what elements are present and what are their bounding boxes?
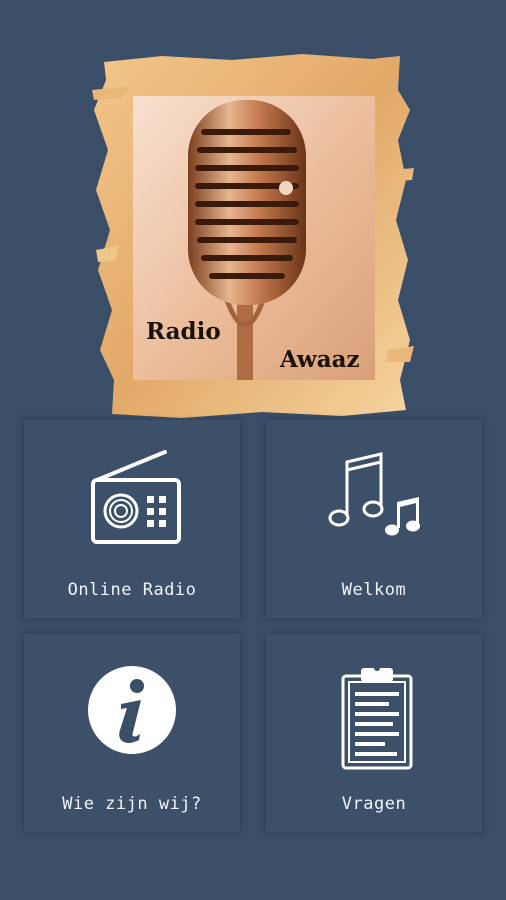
wie-zijn-wij-button[interactable]: Wie zijn wij? xyxy=(24,634,240,832)
clipboard-icon xyxy=(266,662,482,772)
logo-text-awaaz: Awaaz xyxy=(280,346,360,373)
wie-zijn-wij-label: Wie zijn wij? xyxy=(62,794,202,814)
welkom-button[interactable]: Welkom xyxy=(266,420,482,618)
vragen-button[interactable]: Vragen xyxy=(266,634,482,832)
online-radio-button[interactable]: Online Radio xyxy=(24,420,240,618)
welkom-label: Welkom xyxy=(341,580,407,600)
music-notes-icon xyxy=(266,448,482,558)
radio-icon xyxy=(24,448,240,558)
app-logo: Radio Awaaz xyxy=(92,50,414,422)
vragen-label: Vragen xyxy=(341,794,407,814)
logo-text-radio: Radio xyxy=(146,318,221,345)
info-icon xyxy=(24,662,240,772)
online-radio-label: Online Radio xyxy=(67,580,197,600)
